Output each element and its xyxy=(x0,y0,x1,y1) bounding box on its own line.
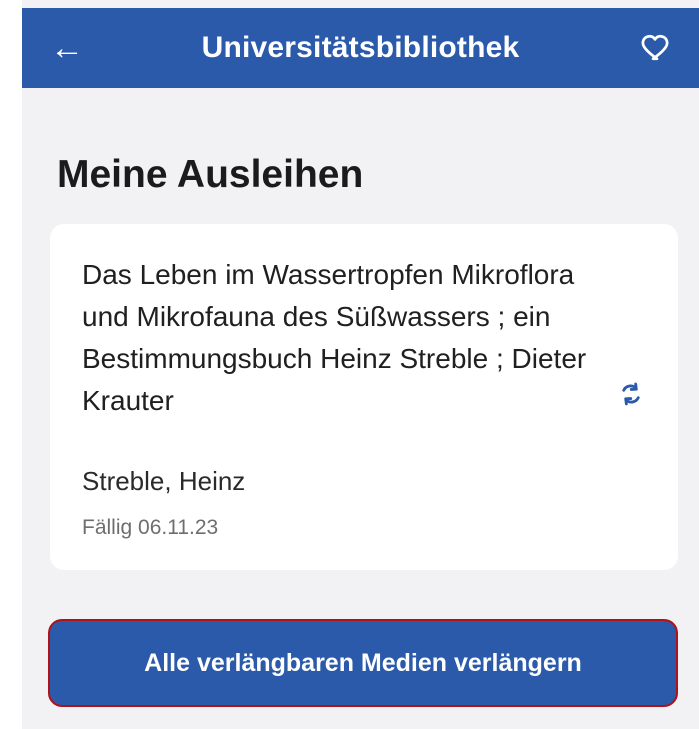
back-button[interactable]: ← xyxy=(50,26,100,70)
renew-all-button[interactable]: Alle verlängbaren Medien verlängern xyxy=(48,619,678,707)
loan-author: Streble, Heinz xyxy=(82,466,246,496)
loan-title: Das Leben im Wassertropfen Mikroflora un… xyxy=(82,259,587,416)
app-title: Universitätsbibliothek xyxy=(201,31,520,64)
loan-card[interactable]: Das Leben im Wassertropfen Mikroflora un… xyxy=(50,224,678,570)
arrow-left-icon: ← xyxy=(50,29,84,67)
page-title: Meine Ausleihen xyxy=(57,153,364,196)
heart-outline-icon xyxy=(641,34,669,61)
screen: ← Universitätsbibliothek Meine Ausleihen… xyxy=(22,0,699,729)
loan-due-date: Fällig 06.11.23 xyxy=(82,516,219,539)
renew-icon[interactable] xyxy=(617,377,645,411)
app-header: ← Universitätsbibliothek xyxy=(22,8,699,88)
favorite-button[interactable] xyxy=(635,24,679,68)
